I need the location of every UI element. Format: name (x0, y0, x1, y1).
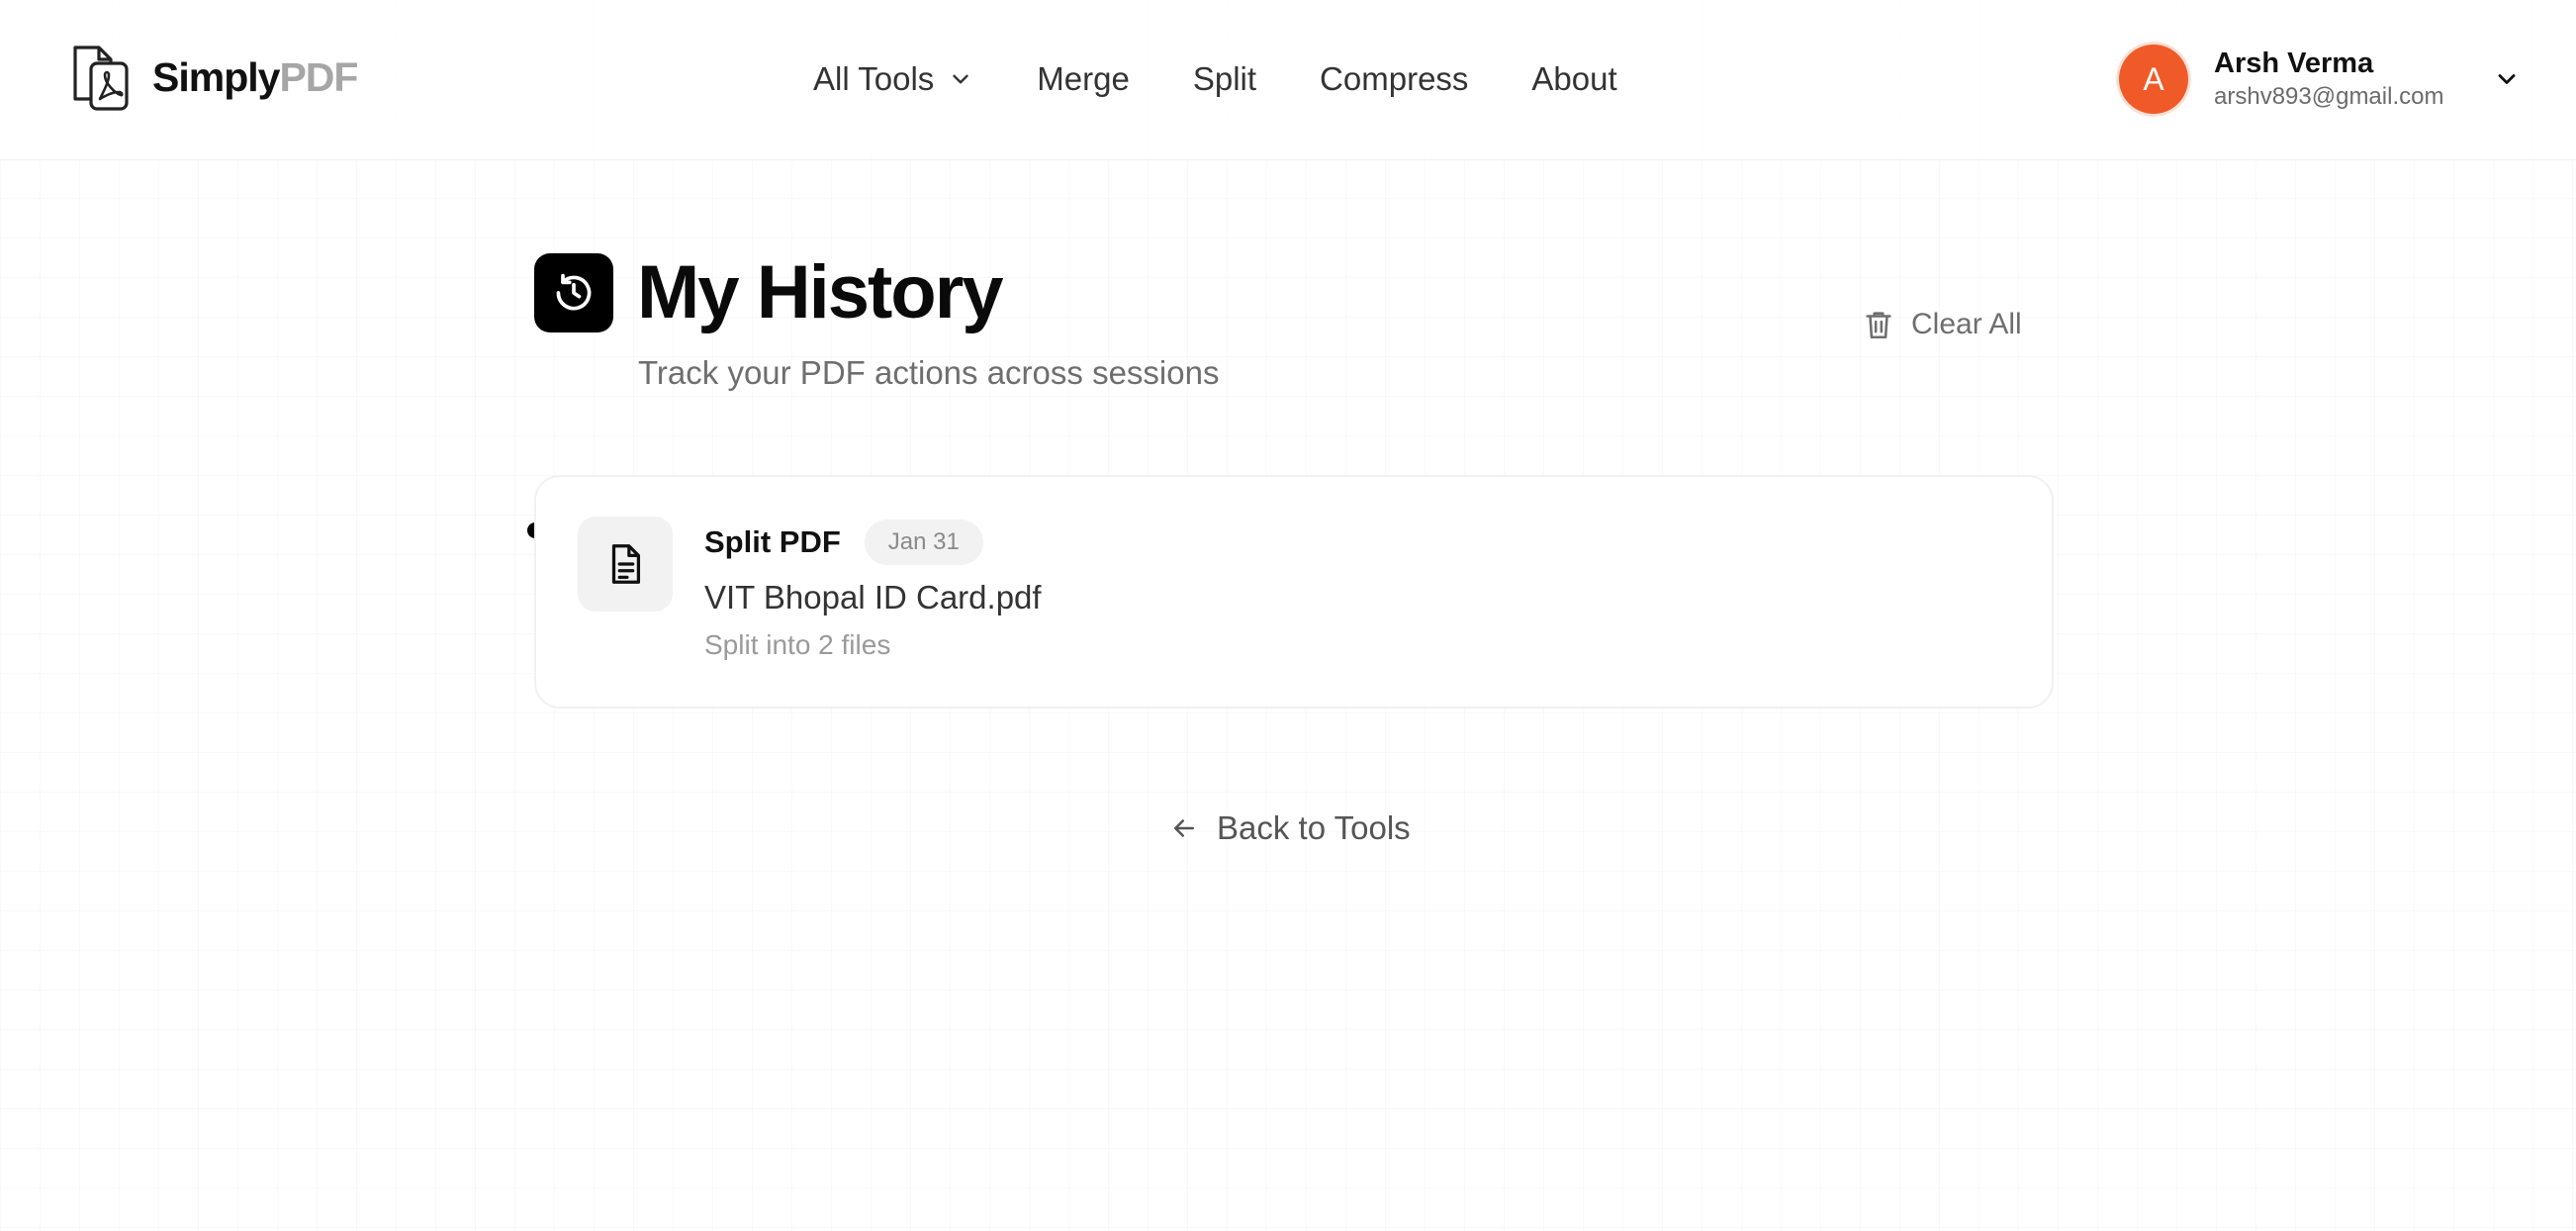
back-to-tools-link[interactable]: Back to Tools (1169, 805, 1411, 851)
logo[interactable]: Simply PDF (65, 42, 358, 113)
history-detail: Split into 2 files (704, 629, 891, 660)
arrow-left-icon (1174, 819, 1194, 837)
history-glyph (556, 273, 592, 311)
top-navbar: Simply PDF All Tools Merge Split Compress… (0, 0, 2576, 160)
nav-compress[interactable]: Compress (1320, 60, 1468, 98)
nav-about[interactable]: About (1531, 60, 1616, 98)
clear-all-label: Clear All (1911, 308, 2022, 340)
nav-split[interactable]: Split (1193, 60, 1256, 98)
user-email: arshv893@gmail.com (2214, 83, 2444, 110)
back-to-tools-label: Back to Tools (1217, 809, 1411, 846)
nav-all-tools-label: All Tools (813, 60, 935, 97)
file-glyph (611, 544, 641, 584)
user-name: Arsh Verma (2214, 47, 2374, 79)
pdf-document-icon (73, 46, 129, 111)
nav-merge[interactable]: Merge (1037, 60, 1130, 98)
trash-icon (1866, 312, 1891, 339)
page-subtitle: Track your PDF actions across sessions (638, 354, 1220, 391)
date-badge: Jan 31 (864, 520, 983, 565)
history-item[interactable]: Split PDF Jan 31 VIT Bhopal ID Card.pdf … (534, 475, 2054, 709)
main-nav: All Tools Merge Split Compress About (813, 51, 1617, 107)
logo-text-accent: PDF (279, 53, 358, 100)
history-action: Split PDF (704, 524, 841, 559)
nav-all-tools[interactable]: All Tools (813, 60, 973, 98)
clear-all-button[interactable]: Clear All (1862, 303, 2022, 346)
page-title: My History (637, 250, 1004, 334)
history-file-name: VIT Bhopal ID Card.pdf (704, 579, 1042, 616)
user-menu[interactable]: A Arsh Verma arshv893@gmail.com (2119, 44, 2521, 115)
user-info: Arsh Verma arshv893@gmail.com (2214, 46, 2443, 113)
avatar: A (2119, 45, 2188, 114)
logo-text-primary: Simply (152, 53, 280, 100)
chevron-down-icon[interactable] (2493, 65, 2521, 93)
history-icon (534, 253, 613, 332)
logo-text: Simply PDF (152, 53, 358, 101)
history-item-header: Split PDF Jan 31 (704, 519, 983, 566)
file-text-icon (578, 517, 673, 612)
page: Simply PDF All Tools Merge Split Compress… (0, 0, 2576, 1231)
chevron-down-icon (953, 74, 968, 84)
